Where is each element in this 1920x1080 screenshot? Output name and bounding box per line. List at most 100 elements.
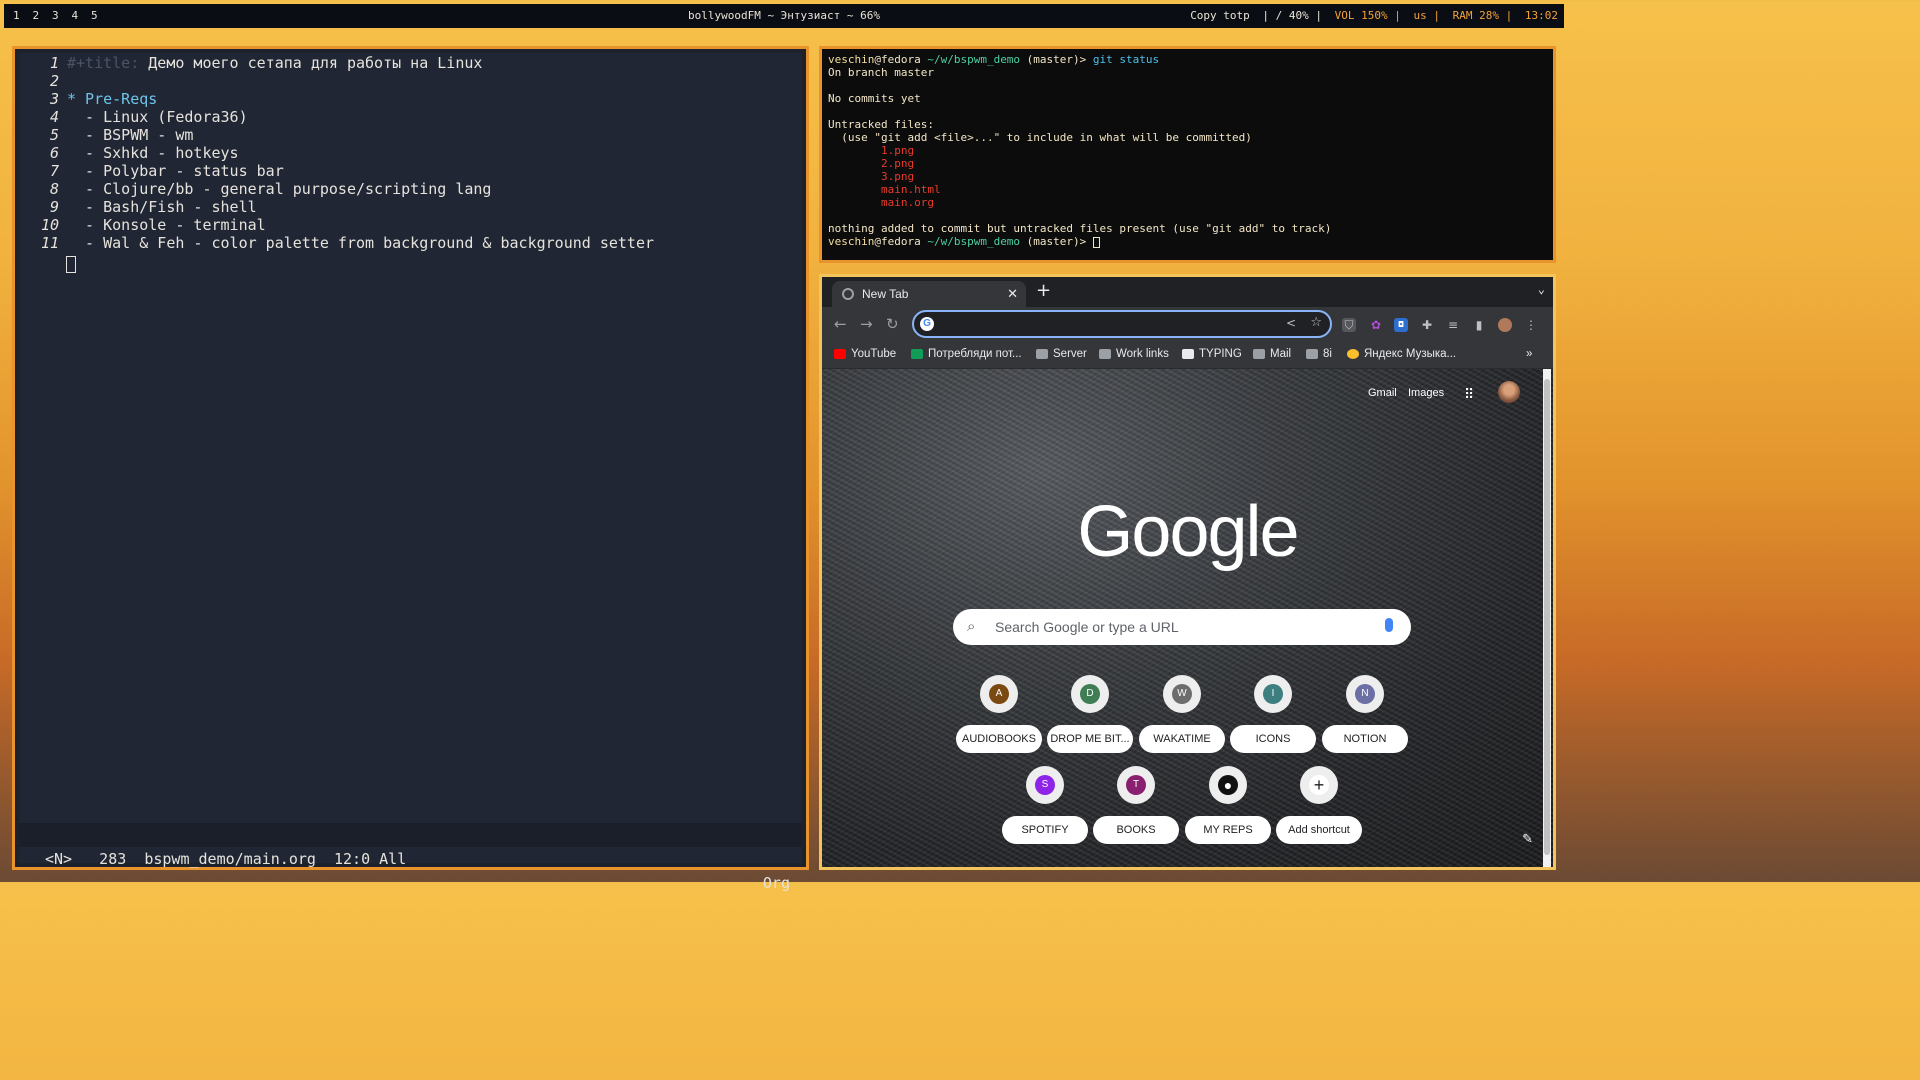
folder-icon [1306,349,1318,359]
scrollbar-thumb[interactable] [1544,379,1550,855]
purple-extension-icon[interactable]: ✿ [1369,318,1383,332]
editor-window[interactable]: 1 #+title: Демо моего сетапа для работы н… [12,46,809,892]
terminal-window[interactable]: veschin@fedora ~/w/bspwm_demo (master)> … [819,46,1556,263]
images-link[interactable]: Images [1408,387,1444,399]
shortcut-label: NOTION [1322,725,1408,753]
new-tab-button[interactable]: + [1036,280,1051,301]
editor-line: 2 [49,72,59,90]
close-icon[interactable]: ✕ [1007,281,1018,307]
page-icon [1182,349,1194,359]
forward-icon[interactable]: → [860,315,873,333]
chrome-icon [842,288,854,300]
shortcut-audiobooks[interactable]: A AUDIOBOOKS [956,675,1042,753]
menu-icon[interactable]: ⋮ [1524,318,1538,332]
reading-list-icon[interactable]: ≡ [1446,318,1460,332]
editor-line: 3 * Pre-Reqs [49,90,158,108]
address-input[interactable] [940,314,1280,334]
editor-line: 1 #+title: Демо моего сетапа для работы н… [49,54,483,72]
shortcut-avatar: I [1263,684,1283,704]
disk-module: | / 40% | [1255,9,1323,22]
account-avatar[interactable] [1498,381,1520,403]
new-tab-page: Gmail Images ⠿ Google ⌕ A AUDIOBOOKS D D… [822,369,1553,867]
bookmark-typing[interactable]: TYPING [1182,348,1242,360]
shortcut-avatar: A [989,684,1009,704]
add-shortcut-button[interactable]: + Add shortcut [1276,766,1362,844]
bar-modules: Copy totp | / 40% | VOL 150% | us | RAM … [1190,4,1558,28]
shortcut-drop-me-bit[interactable]: D DROP ME BIT... [1047,675,1133,753]
profile-avatar[interactable] [1498,318,1512,332]
shortcut-wakatime[interactable]: W WAKATIME [1139,675,1225,753]
editor-line: 10 - Konsole - terminal [40,216,266,234]
scrollbar[interactable] [1543,369,1551,867]
toolbar: ← → ↻ G < ☆ ⛉ ✿ ◘ ✚ ≡ ▮ ⋮ [822,307,1553,343]
editor-line: 6 - Sxhkd - hotkeys [49,144,239,162]
shortcut-avatar: T [1126,775,1146,795]
bookmark-folder-8i[interactable]: 8i [1306,348,1332,360]
status-bar: 1 2 3 4 5 bollywoodFM ~ Энтузиаст ~ 66% … [4,4,1564,28]
search-icon: ⌕ [967,617,976,635]
plus-icon: + [1309,775,1329,795]
shortcut-avatar: D [1080,684,1100,704]
editor-line: 7 - Polybar - status bar [49,162,284,180]
shortcut-label: ICONS [1230,725,1316,753]
shortcut-label: WAKATIME [1139,725,1225,753]
shield-extension-icon[interactable]: ⛉ [1342,318,1356,332]
tab-new-tab[interactable]: New Tab ✕ [832,281,1026,307]
editor-line: 9 - Bash/Fish - shell [49,198,257,216]
bookmark-folder-server[interactable]: Server [1036,348,1087,360]
search-box[interactable]: ⌕ [953,609,1411,645]
github-icon: ● [1218,775,1238,795]
shortcut-notion[interactable]: N NOTION [1322,675,1408,753]
keyboard-layout-module: us | [1406,9,1441,22]
folder-icon [1036,349,1048,359]
shortcut-label: AUDIOBOOKS [956,725,1042,753]
bookmark-sheet[interactable]: Потребляди пот... [911,348,1022,360]
editor-line: 4 - Linux (Fedora36) [49,108,248,126]
shortcut-icons[interactable]: I ICONS [1230,675,1316,753]
address-bar[interactable]: G < ☆ [912,310,1332,338]
reload-icon[interactable]: ↻ [886,315,899,333]
shortcut-label: SPOTIFY [1002,816,1088,844]
side-panel-icon[interactable]: ▮ [1472,318,1486,332]
shortcut-label: DROP ME BIT... [1047,725,1133,753]
shortcut-avatar: W [1172,684,1192,704]
terminal-cursor [1092,236,1100,248]
microphone-icon[interactable] [1385,618,1393,632]
copy-totp-module[interactable]: Copy totp [1190,4,1250,28]
search-input[interactable] [995,615,1375,639]
modeline-info: <N> 283 bspwm_demo/main.org 12:0 All [45,850,407,868]
apps-grid-icon[interactable]: ⠿ [1464,387,1474,403]
bookmarks-bar: YouTube Потребляди пот... Server Work li… [822,343,1553,369]
untracked-file: 1.png [880,144,915,157]
bookmark-yandex-music[interactable]: Яндекс Музыка... [1347,348,1456,360]
shortcut-spotify[interactable]: S SPOTIFY [1002,766,1088,844]
gmail-link[interactable]: Gmail [1368,387,1397,399]
untracked-file: 3.png [880,170,915,183]
customize-pencil-icon[interactable]: ✎ [1522,832,1533,847]
shortcut-my-reps[interactable]: ● MY REPS [1185,766,1271,844]
sheets-icon [911,349,923,359]
shortcut-label: BOOKS [1093,816,1179,844]
editor-line: 11 - Wal & Feh - color palette from back… [40,234,654,252]
shortcut-books[interactable]: T BOOKS [1093,766,1179,844]
terminal-output: veschin@fedora ~/w/bspwm_demo (master)> … [828,53,1332,248]
chevron-down-icon[interactable]: ⌄ [1538,282,1545,296]
clock: 13:02 [1518,9,1558,22]
browser-window[interactable]: New Tab ✕ + ⌄ ← → ↻ G < ☆ ⛉ ✿ ◘ ✚ ≡ ▮ ⋮ … [819,274,1556,870]
editor-buffer[interactable]: 1 #+title: Демо моего сетапа для работы н… [19,53,802,892]
google-logo: Google [1077,492,1299,572]
more-bookmarks-icon[interactable]: » [1526,348,1532,360]
untracked-file: 2.png [880,157,915,170]
back-icon[interactable]: ← [834,315,847,333]
share-icon[interactable]: < [1286,316,1296,330]
star-icon[interactable]: ☆ [1310,315,1322,330]
bookmark-youtube[interactable]: YouTube [834,348,896,360]
modeline: <N> 283 bspwm_demo/main.org 12:0 All Org [19,823,802,892]
bookmark-folder-work-links[interactable]: Work links [1099,348,1169,360]
text-cursor [66,256,76,273]
volume-module[interactable]: VOL 150% | [1328,4,1401,28]
new-extension-icon[interactable]: ◘ [1394,318,1408,332]
folder-icon [1099,349,1111,359]
bookmark-folder-mail[interactable]: Mail [1253,348,1291,360]
puzzle-icon[interactable]: ✚ [1420,318,1434,332]
